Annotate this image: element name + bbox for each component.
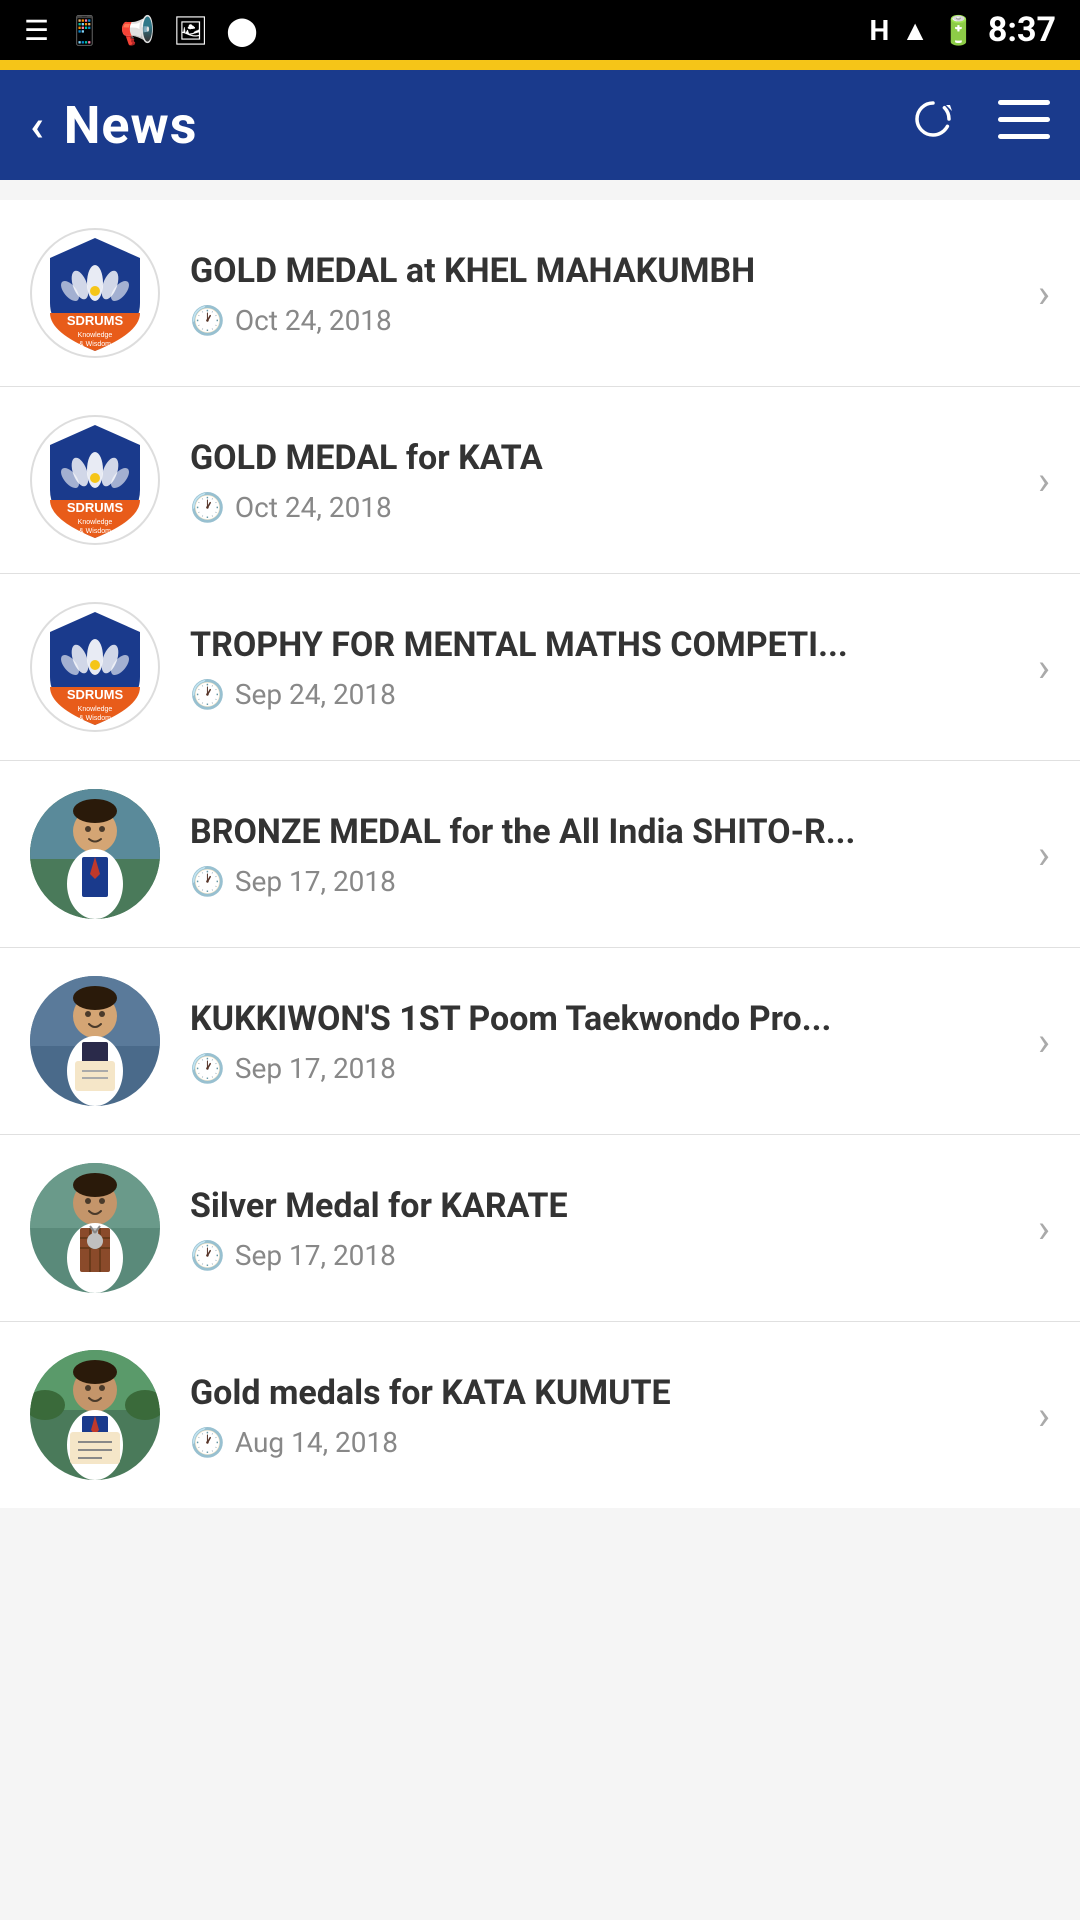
page-title: News	[64, 95, 198, 156]
clock-icon: 🕐	[190, 865, 225, 898]
news-date-text: Oct 24, 2018	[235, 304, 392, 337]
news-thumbnail	[30, 789, 160, 919]
news-content: KUKKIWON'S 1ST Poom Taekwondo Pro... 🕐 S…	[190, 997, 1028, 1084]
svg-text:Knowledge: Knowledge	[78, 519, 113, 526]
news-date: 🕐 Oct 24, 2018	[190, 491, 1028, 524]
news-content: Gold medals for KATA KUMUTE 🕐 Aug 14, 20…	[190, 1371, 1028, 1458]
news-title: GOLD MEDAL for KATA	[190, 436, 1028, 480]
news-date-text: Sep 17, 2018	[235, 865, 396, 898]
news-content: BRONZE MEDAL for the All India SHITO-R..…	[190, 810, 1028, 897]
news-title: BRONZE MEDAL for the All India SHITO-R..…	[190, 810, 1028, 854]
news-date-text: Sep 17, 2018	[235, 1052, 396, 1085]
news-title: KUKKIWON'S 1ST Poom Taekwondo Pro...	[190, 997, 1028, 1041]
news-date-text: Sep 17, 2018	[235, 1239, 396, 1272]
chevron-right-icon: ›	[1038, 457, 1050, 504]
clock-icon: 🕐	[190, 678, 225, 711]
list-item[interactable]: Silver Medal for KARATE 🕐 Sep 17, 2018 ›	[0, 1135, 1080, 1322]
menu-button[interactable]	[998, 99, 1050, 151]
status-bar: ☰ 📱 📢 🖼 ⬤ H ▲ 🔋 8:37	[0, 0, 1080, 60]
news-date: 🕐 Sep 17, 2018	[190, 1052, 1028, 1085]
svg-text:Knowledge: Knowledge	[78, 706, 113, 713]
news-content: TROPHY FOR MENTAL MATHS COMPETI... 🕐 Sep…	[190, 623, 1028, 710]
news-date: 🕐 Sep 17, 2018	[190, 865, 1028, 898]
news-title: TROPHY FOR MENTAL MATHS COMPETI...	[190, 623, 1028, 667]
list-item[interactable]: SDRUMS Knowledge & Wisdom TROPHY FOR MEN…	[0, 574, 1080, 761]
news-content: GOLD MEDAL at KHEL MAHAKUMBH 🕐 Oct 24, 2…	[190, 249, 1028, 336]
news-date-text: Aug 14, 2018	[235, 1426, 398, 1459]
list-item[interactable]: KUKKIWON'S 1ST Poom Taekwondo Pro... 🕐 S…	[0, 948, 1080, 1135]
megaphone-icon: 📢	[120, 14, 155, 47]
news-thumbnail	[30, 976, 160, 1106]
news-thumbnail: SDRUMS Knowledge & Wisdom	[30, 415, 160, 545]
news-date-text: Oct 24, 2018	[235, 491, 392, 524]
news-list: SDRUMS Knowledge & Wisdom GOLD MEDAL at …	[0, 200, 1080, 1508]
clock-icon: 🕐	[190, 1239, 225, 1272]
status-bar-left: ☰ 📱 📢 🖼 ⬤	[24, 14, 258, 47]
news-content: Silver Medal for KARATE 🕐 Sep 17, 2018	[190, 1184, 1028, 1271]
status-time: 8:37	[988, 10, 1056, 50]
news-thumbnail: SDRUMS Knowledge & Wisdom	[30, 228, 160, 358]
clock-icon: 🕐	[190, 1052, 225, 1085]
image-icon: 🖼	[173, 14, 209, 47]
chevron-right-icon: ›	[1038, 270, 1050, 317]
chevron-right-icon: ›	[1038, 1018, 1050, 1065]
list-item[interactable]: BRONZE MEDAL for the All India SHITO-R..…	[0, 761, 1080, 948]
clock-icon: 🕐	[190, 304, 225, 337]
clock-icon: 🕐	[190, 491, 225, 524]
news-date: 🕐 Sep 24, 2018	[190, 678, 1028, 711]
toolbar: ‹ News	[0, 70, 1080, 180]
list-item[interactable]: SDRUMS Knowledge & Wisdom GOLD MEDAL at …	[0, 200, 1080, 387]
svg-text:SDRUMS: SDRUMS	[67, 687, 124, 702]
signal-h-icon: H	[870, 14, 890, 47]
chevron-right-icon: ›	[1038, 644, 1050, 691]
news-date: 🕐 Sep 17, 2018	[190, 1239, 1028, 1272]
svg-text:Knowledge: Knowledge	[78, 332, 113, 339]
toolbar-left: ‹ News	[30, 95, 197, 156]
news-date: 🕐 Oct 24, 2018	[190, 304, 1028, 337]
list-item[interactable]: SDRUMS Knowledge & Wisdom GOLD MEDAL for…	[0, 387, 1080, 574]
svg-text:& Wisdom: & Wisdom	[79, 715, 111, 722]
chevron-right-icon: ›	[1038, 831, 1050, 878]
news-thumbnail	[30, 1350, 160, 1480]
svg-text:& Wisdom: & Wisdom	[79, 528, 111, 535]
accent-line	[0, 60, 1080, 70]
news-thumbnail: SDRUMS Knowledge & Wisdom	[30, 602, 160, 732]
toolbar-right	[908, 95, 1050, 156]
battery-icon: 🔋	[941, 14, 976, 47]
news-thumbnail	[30, 1163, 160, 1293]
status-bar-right: H ▲ 🔋 8:37	[870, 10, 1056, 50]
camera-icon: ⬤	[226, 14, 257, 47]
news-title: GOLD MEDAL at KHEL MAHAKUMBH	[190, 249, 1028, 293]
news-title: Gold medals for KATA KUMUTE	[190, 1371, 1028, 1415]
refresh-button[interactable]	[908, 95, 958, 156]
chevron-right-icon: ›	[1038, 1205, 1050, 1252]
chat-icon: ☰	[24, 14, 49, 47]
news-date-text: Sep 24, 2018	[235, 678, 396, 711]
chevron-right-icon: ›	[1038, 1392, 1050, 1439]
clock-icon: 🕐	[190, 1426, 225, 1459]
svg-text:& Wisdom: & Wisdom	[79, 341, 111, 348]
whatsapp-icon: 📱	[67, 14, 102, 47]
signal-strength-icon: ▲	[901, 14, 929, 47]
news-content: GOLD MEDAL for KATA 🕐 Oct 24, 2018	[190, 436, 1028, 523]
news-date: 🕐 Aug 14, 2018	[190, 1426, 1028, 1459]
svg-text:SDRUMS: SDRUMS	[67, 500, 124, 515]
list-item[interactable]: Gold medals for KATA KUMUTE 🕐 Aug 14, 20…	[0, 1322, 1080, 1508]
back-button[interactable]: ‹	[30, 99, 44, 151]
news-title: Silver Medal for KARATE	[190, 1184, 1028, 1228]
svg-text:SDRUMS: SDRUMS	[67, 313, 124, 328]
